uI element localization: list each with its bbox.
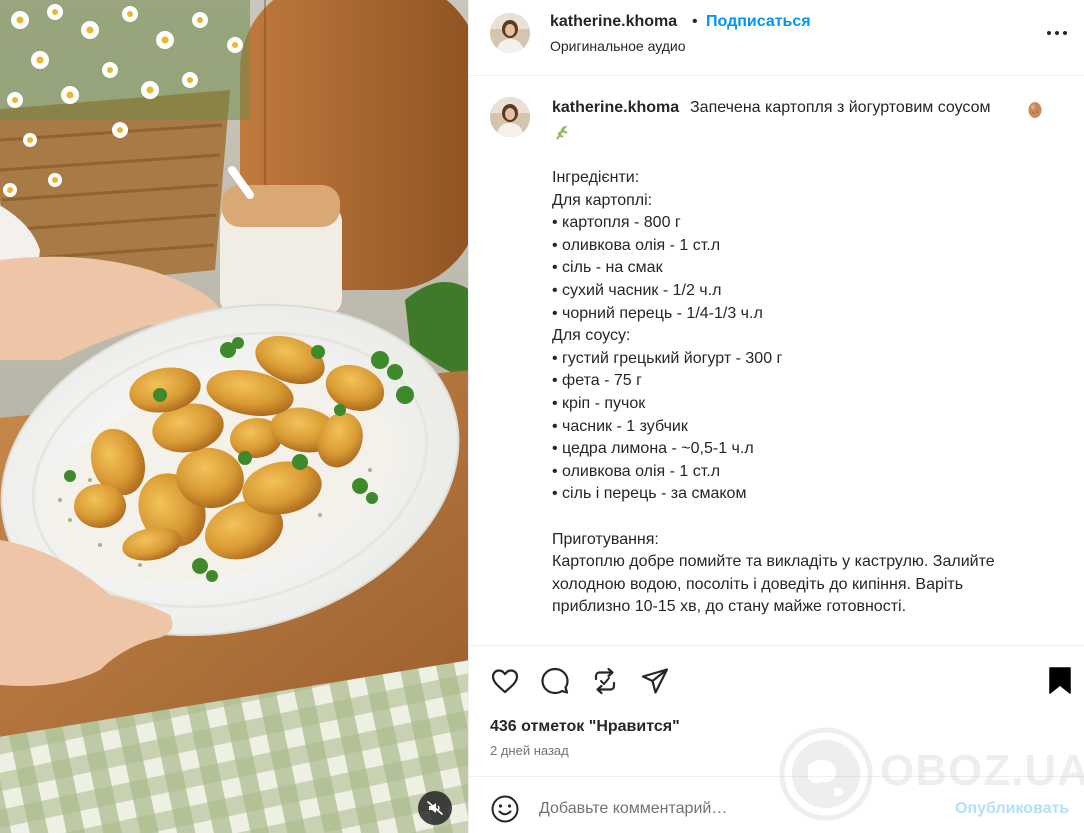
- caption-line: • оливкова олія - 1 ст.л: [552, 236, 721, 254]
- caption-line: • картопля - 800 г: [552, 214, 681, 232]
- caption-body: Інгредієнти: Для картоплі: • картопля - 80…: [552, 167, 1052, 644]
- post-time[interactable]: 2 дней назад: [490, 743, 569, 758]
- caption-line: • часник - 1 зубчик: [552, 417, 688, 435]
- caption-line: • оливкова олія - 1 ст.л: [552, 462, 721, 480]
- caption-line: • фета - 75 г: [552, 372, 642, 390]
- caption-line: Картоплю добре помийте та викладіть у ка…: [552, 553, 995, 571]
- more-options-button[interactable]: [1047, 26, 1071, 40]
- caption-line: • чорний перець - 1/4-1/3 ч.л: [552, 304, 763, 322]
- post-panel: katherine.khoma • Подписаться Оригинальн…: [468, 0, 1084, 833]
- caption-line: Для картоплі:: [552, 191, 653, 209]
- comment-icon[interactable]: [540, 666, 570, 696]
- avatar-photo: [490, 13, 530, 53]
- caption-fade: [469, 614, 1084, 644]
- author-username[interactable]: katherine.khoma: [550, 13, 677, 31]
- bookmark-icon[interactable]: [1045, 666, 1075, 696]
- caption-title: Запечена картопля з йогуртовим соусом: [690, 99, 991, 116]
- mute-button[interactable]: [418, 791, 452, 825]
- author-avatar[interactable]: [490, 13, 530, 53]
- caption-line: • густий грецький йогурт - 300 г: [552, 349, 783, 367]
- caption-avatar[interactable]: [490, 97, 530, 137]
- caption-line: Приготування:: [552, 530, 659, 548]
- caption-line: • кріп - пучок: [552, 394, 646, 412]
- separator-dot: •: [692, 13, 698, 30]
- comment-input[interactable]: [539, 799, 939, 819]
- caption-line: Для соусу:: [552, 327, 631, 345]
- more-dot-icon: [1055, 31, 1059, 35]
- potato-emoji-icon: [1028, 102, 1042, 118]
- likes-count[interactable]: 436 отметок "Нравится": [490, 718, 680, 736]
- caption-line: холодною водою, посоліть і доведіть до к…: [552, 575, 964, 593]
- publish-button[interactable]: Опубликовать: [955, 800, 1069, 818]
- caption-line: • сіль - на смак: [552, 259, 663, 277]
- post-media[interactable]: [0, 0, 468, 833]
- follow-button[interactable]: Подписаться: [706, 13, 811, 31]
- herb-emoji-icon: [556, 125, 568, 140]
- caption-line: • сіль і перець - за смаком: [552, 485, 747, 503]
- audio-link[interactable]: Оригинальное аудио: [550, 38, 686, 54]
- comment-bar: Опубликовать: [469, 776, 1084, 833]
- caption-username[interactable]: katherine.khoma: [552, 99, 679, 117]
- more-dot-icon: [1063, 31, 1067, 35]
- avatar-photo: [490, 97, 530, 137]
- share-icon[interactable]: [640, 666, 670, 696]
- post-header: katherine.khoma • Подписаться Оригинальн…: [469, 0, 1084, 76]
- heart-icon[interactable]: [490, 666, 520, 696]
- speaker-muted-icon: [427, 801, 443, 815]
- food-photo: [0, 0, 468, 833]
- caption-line: • цедра лимона - ~0,5-1 ч.л: [552, 440, 754, 458]
- action-bar: 436 отметок "Нравится" 2 дней назад: [469, 645, 1084, 775]
- caption-area[interactable]: katherine.khoma Запечена картопля з йогу…: [469, 77, 1084, 644]
- caption-line: Інгредієнти:: [552, 169, 640, 186]
- more-dot-icon: [1047, 31, 1051, 35]
- repost-icon[interactable]: [590, 666, 620, 696]
- emoji-smile-icon[interactable]: [490, 794, 520, 824]
- caption-line: • сухий часник - 1/2 ч.л: [552, 281, 722, 299]
